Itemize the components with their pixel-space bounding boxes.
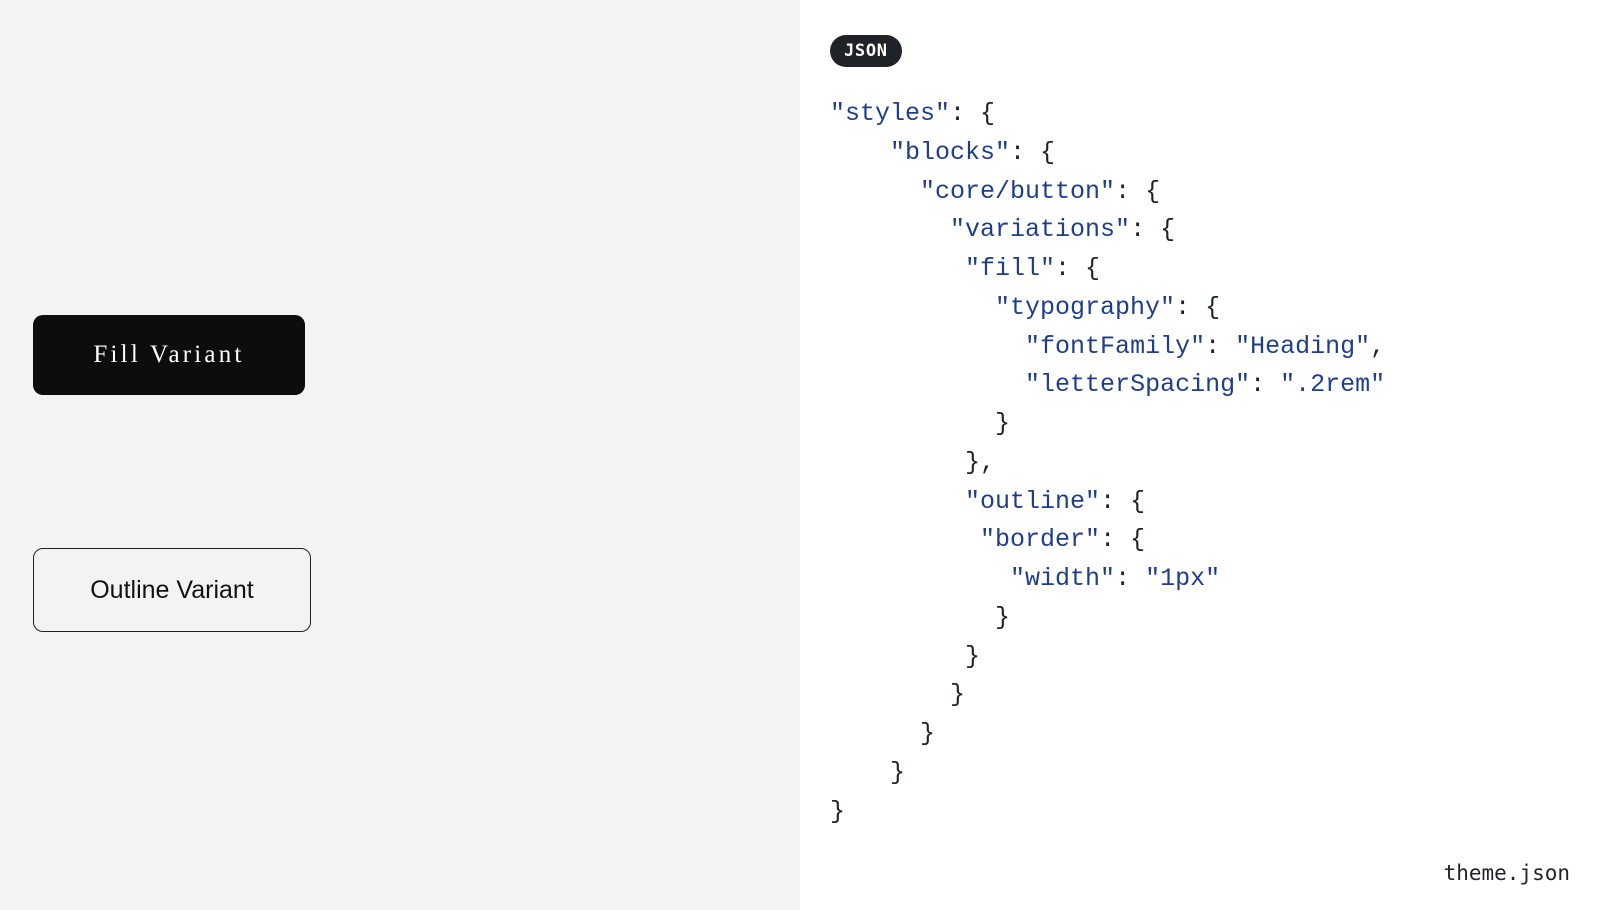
preview-panel: Fill Variant Outline Variant xyxy=(0,0,800,910)
code-panel: JSON "styles": { "blocks": { "core/butto… xyxy=(800,0,1600,910)
fill-variant-button-label: Fill Variant xyxy=(93,341,244,369)
code-block: "styles": { "blocks": { "core/button": {… xyxy=(830,95,1570,831)
filename-label: theme.json xyxy=(1444,861,1570,885)
outline-variant-button[interactable]: Outline Variant xyxy=(33,548,311,632)
language-badge: JSON xyxy=(830,35,902,67)
outline-variant-button-label: Outline Variant xyxy=(90,576,254,605)
fill-variant-button[interactable]: Fill Variant xyxy=(33,315,305,395)
